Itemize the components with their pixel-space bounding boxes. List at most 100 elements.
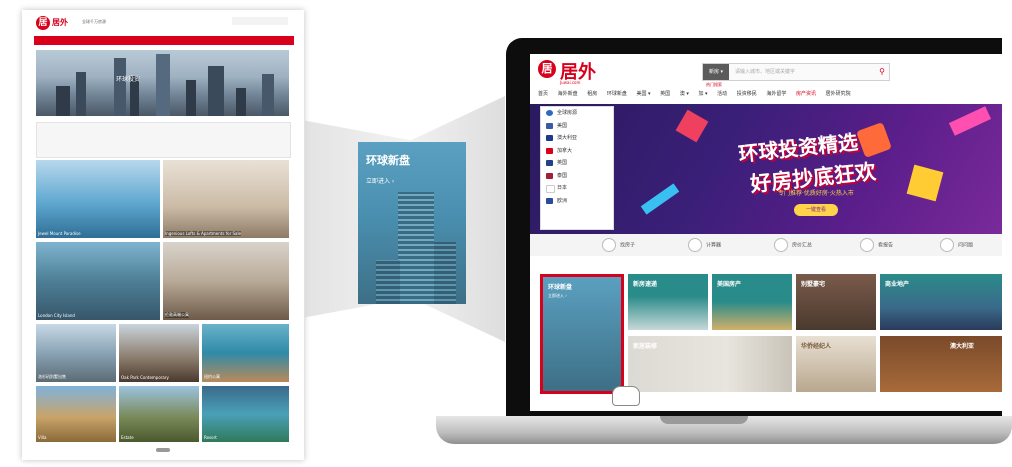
listing-tile[interactable]: London City Island: [36, 242, 160, 320]
page-brand: 居外: [52, 18, 68, 27]
tile-caption: Villa: [38, 435, 47, 440]
quick-link[interactable]: 找房子: [602, 238, 635, 253]
menu-item[interactable]: 美国: [541, 120, 613, 133]
category-label: 澳大利亚: [950, 343, 975, 350]
search-input[interactable]: 请输入城市、地区或关键字: [735, 64, 795, 80]
quick-link[interactable]: 计算器: [688, 238, 721, 253]
category-tile[interactable]: 澳大利亚: [880, 336, 1002, 392]
tile-caption: Ingenious Lofts & Apartments for Sale: [165, 231, 242, 236]
category-label: 新房速递: [633, 281, 658, 288]
card-title: 环球新盘: [366, 154, 410, 167]
menu-item[interactable]: 加拿大: [541, 145, 613, 158]
main-nav: 首页 海外新盘 租房 环球新盘 美国 ▾ 英国 澳 ▾ 加 ▾ 活动 投资移民 …: [538, 90, 994, 102]
flag-icon: [546, 172, 553, 179]
laptop-notch: [660, 416, 748, 424]
listing-tile[interactable]: Ingenious Lofts & Apartments for Sale: [163, 160, 289, 238]
category-tile[interactable]: 商业地产: [880, 274, 1002, 330]
flag-icon: [546, 197, 553, 204]
nav-item[interactable]: 环球新盘: [607, 91, 627, 97]
banner-button[interactable]: 一键查看: [794, 204, 838, 216]
listing-tile[interactable]: Resort: [202, 386, 289, 442]
nav-item[interactable]: 居外研究院: [826, 91, 851, 97]
search-icon: [602, 238, 616, 252]
category-label: 美国房产: [717, 281, 742, 288]
quick-links-bar: 找房子 计算器 房价汇总 看报告 问问题: [530, 234, 1002, 256]
category-label: 商业地产: [885, 281, 910, 288]
tile-caption: Oak Park Contemporary: [121, 375, 169, 380]
menu-item[interactable]: 全球房源: [541, 107, 613, 120]
confetti: [856, 122, 892, 158]
hero-caption: 环球投资: [116, 76, 141, 83]
nav-item[interactable]: 澳 ▾: [680, 91, 689, 97]
hot-searches: 热门搜索: [706, 82, 722, 87]
country-menu: 全球房源 美国 澳大利亚 加拿大 英国 泰国 日本 欧洲: [540, 106, 614, 230]
listing-tile[interactable]: 纽约公寓: [202, 324, 289, 382]
nav-item[interactable]: 首页: [538, 91, 548, 97]
logo-icon[interactable]: 居: [538, 60, 556, 78]
confetti: [948, 106, 992, 136]
confetti: [906, 164, 944, 202]
nav-item[interactable]: 活动: [717, 91, 727, 97]
calculator-icon: [688, 238, 702, 252]
flag-icon: [546, 147, 553, 154]
featured-card[interactable]: 环球新盘 立即进入 ›: [358, 142, 466, 304]
category-tile[interactable]: 美国房产: [712, 274, 792, 330]
listing-tile[interactable]: Jewel Mount Paradise: [36, 160, 160, 238]
pagination-dots[interactable]: [156, 448, 170, 452]
flag-icon: [546, 185, 555, 193]
logo-icon: 居: [36, 16, 50, 30]
listing-tile[interactable]: 伦敦高端公寓: [163, 242, 289, 320]
tower-building: [434, 242, 456, 304]
category-tile[interactable]: 新房速递: [628, 274, 708, 330]
category-tile[interactable]: 别墅豪宅: [796, 274, 876, 330]
tile-caption: Jewel Mount Paradise: [38, 231, 81, 236]
nav-item[interactable]: 美国 ▾: [636, 91, 650, 97]
menu-item[interactable]: 泰国: [541, 170, 613, 183]
pointer-hand-icon: [612, 386, 640, 406]
tile-caption: 纽约公寓: [204, 374, 220, 379]
nav-item[interactable]: 海外新盘: [558, 91, 578, 97]
search-bar[interactable]: 新房 ▾ 请输入城市、地区或关键字 ⚲: [702, 63, 890, 81]
category-tile-highlighted[interactable]: 环球新盘 立即进入 ›: [540, 274, 624, 394]
tower-building: [398, 192, 434, 304]
card-subtitle: 立即进入 ›: [366, 178, 395, 185]
tile-caption: 伦敦高端公寓: [165, 312, 189, 318]
nav-item[interactable]: 投资移民: [737, 91, 757, 97]
tower-building: [376, 260, 400, 304]
quick-link[interactable]: 问问题: [940, 238, 973, 253]
tile-caption: Estate: [121, 435, 134, 440]
website-page-screenshot: 居 居外 全球千万房源 首页 海外新盘 美国房产 英国房产 澳洲房产 环球投资 …: [22, 10, 304, 460]
listing-tile[interactable]: Estate: [119, 386, 199, 442]
nav-item[interactable]: 加 ▾: [698, 91, 707, 97]
search-type-select[interactable]: 新房 ▾: [703, 64, 729, 80]
price-icon: [774, 238, 788, 252]
category-sub: 立即进入 ›: [548, 293, 567, 298]
menu-item[interactable]: 日本: [541, 182, 613, 195]
page-nav: 首页 海外新盘 美国房产 英国房产 澳洲房产: [34, 36, 294, 52]
question-icon: [940, 238, 954, 252]
tile-caption: London City Island: [38, 313, 75, 318]
menu-item[interactable]: 英国: [541, 157, 613, 170]
nav-item[interactable]: 租房: [587, 91, 597, 97]
menu-item[interactable]: 欧洲: [541, 195, 613, 208]
site-brand-sub: Juwai.com: [560, 80, 581, 85]
listing-tile[interactable]: Villa: [36, 386, 116, 442]
category-label: 华侨经纪人: [801, 343, 832, 350]
listing-tile[interactable]: Oak Park Contemporary: [119, 324, 199, 382]
nav-item[interactable]: 海外留学: [766, 91, 786, 97]
flag-icon: [546, 135, 553, 141]
quick-link[interactable]: 房价汇总: [774, 238, 812, 253]
menu-item[interactable]: 澳大利亚: [541, 132, 613, 145]
flag-icon: [546, 110, 553, 116]
tile-caption: 洛杉矶别墅出售: [38, 374, 66, 379]
quick-link[interactable]: 看报告: [860, 238, 893, 253]
nav-item[interactable]: 英国: [660, 91, 670, 97]
category-label: 家居装修: [633, 343, 658, 350]
category-tile[interactable]: 华侨经纪人: [796, 336, 876, 392]
search-icon[interactable]: ⚲: [879, 67, 885, 76]
nav-item[interactable]: 房产资讯: [796, 91, 816, 97]
search-filter-panel[interactable]: [36, 122, 291, 158]
category-label: 环球新盘: [548, 284, 573, 291]
category-tile[interactable]: 家居装修: [628, 336, 792, 392]
listing-tile[interactable]: 洛杉矶别墅出售: [36, 324, 116, 382]
